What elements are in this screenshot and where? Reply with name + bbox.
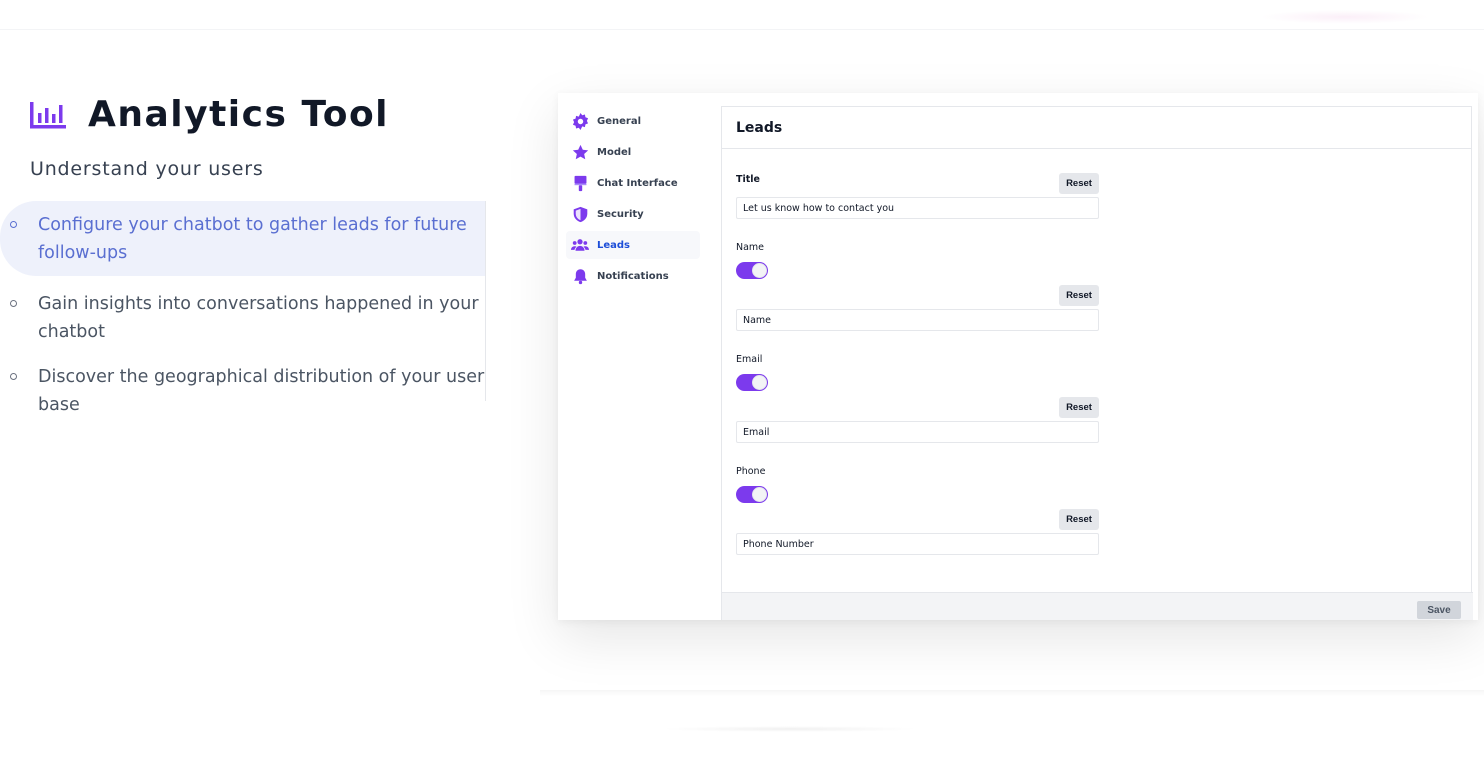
page-subtitle: Understand your users (30, 158, 264, 180)
feature-list: Configure your chatbot to gather leads f… (0, 201, 486, 415)
sidebar-item-label: Model (597, 146, 632, 158)
panel-shadow (540, 690, 1484, 696)
sidebar-item-leads[interactable]: Leads (566, 231, 700, 259)
bar-chart-icon (30, 101, 66, 128)
email-label: Email (736, 354, 763, 365)
section-title: Leads (736, 119, 783, 136)
phone-input[interactable]: Phone Number (736, 533, 1099, 555)
phone-label: Phone (736, 466, 766, 477)
bullet-icon (10, 373, 17, 380)
toggle-knob (752, 263, 767, 278)
email-toggle[interactable] (736, 374, 768, 391)
app-preview-panel: General Model Chat Interface Security Le… (558, 93, 1478, 620)
email-reset-button[interactable]: Reset (1059, 397, 1099, 418)
sidebar-item-chat-interface[interactable]: Chat Interface (566, 169, 702, 197)
email-input[interactable]: Email (736, 421, 1099, 443)
name-reset-button[interactable]: Reset (1059, 285, 1099, 306)
footer-bar: Save (722, 592, 1473, 620)
paint-brush-icon (571, 174, 589, 192)
leads-settings-content: Leads Title Reset Let us know how to con… (721, 106, 1473, 620)
feature-text: Configure your chatbot to gather leads f… (38, 215, 467, 263)
sidebar-item-general[interactable]: General (566, 107, 702, 135)
title-label: Title (736, 174, 760, 185)
feature-text: Discover the geographical distribution o… (38, 367, 485, 415)
phone-toggle[interactable] (736, 486, 768, 503)
feature-text: Gain insights into conversations happene… (38, 294, 479, 342)
users-icon (571, 236, 589, 254)
title-reset-button[interactable]: Reset (1059, 173, 1099, 194)
phone-reset-button[interactable]: Reset (1059, 509, 1099, 530)
name-toggle[interactable] (736, 262, 768, 279)
content-header: Leads (722, 107, 1471, 149)
name-input[interactable]: Name (736, 309, 1099, 331)
sidebar-item-notifications[interactable]: Notifications (566, 262, 702, 290)
sidebar-item-label: General (597, 115, 641, 127)
title-input[interactable]: Let us know how to contact you (736, 197, 1099, 219)
settings-sidebar: General Model Chat Interface Security Le… (558, 93, 721, 620)
hero-title-row: Analytics Tool (30, 94, 389, 135)
page-title: Analytics Tool (88, 94, 390, 135)
save-button[interactable]: Save (1417, 601, 1461, 619)
feature-item-insights[interactable]: Gain insights into conversations happene… (0, 280, 485, 348)
shield-icon (571, 205, 589, 223)
toggle-knob (752, 487, 767, 502)
top-glow (1260, 10, 1430, 24)
sidebar-item-label: Leads (597, 239, 631, 251)
name-label: Name (736, 242, 765, 253)
star-icon (571, 143, 589, 161)
sidebar-item-label: Notifications (597, 270, 669, 282)
sidebar-item-label: Security (597, 208, 644, 220)
bullet-icon (10, 300, 17, 307)
feature-item-geography[interactable]: Discover the geographical distribution o… (0, 353, 485, 415)
sidebar-item-security[interactable]: Security (566, 200, 702, 228)
bullet-icon (10, 221, 17, 228)
gear-icon (571, 112, 589, 130)
sidebar-item-model[interactable]: Model (566, 138, 702, 166)
toggle-knob (752, 375, 767, 390)
sidebar-item-label: Chat Interface (597, 177, 678, 189)
panel-shadow-secondary (660, 726, 920, 732)
bell-icon (571, 267, 589, 285)
feature-item-leads[interactable]: Configure your chatbot to gather leads f… (0, 201, 485, 276)
